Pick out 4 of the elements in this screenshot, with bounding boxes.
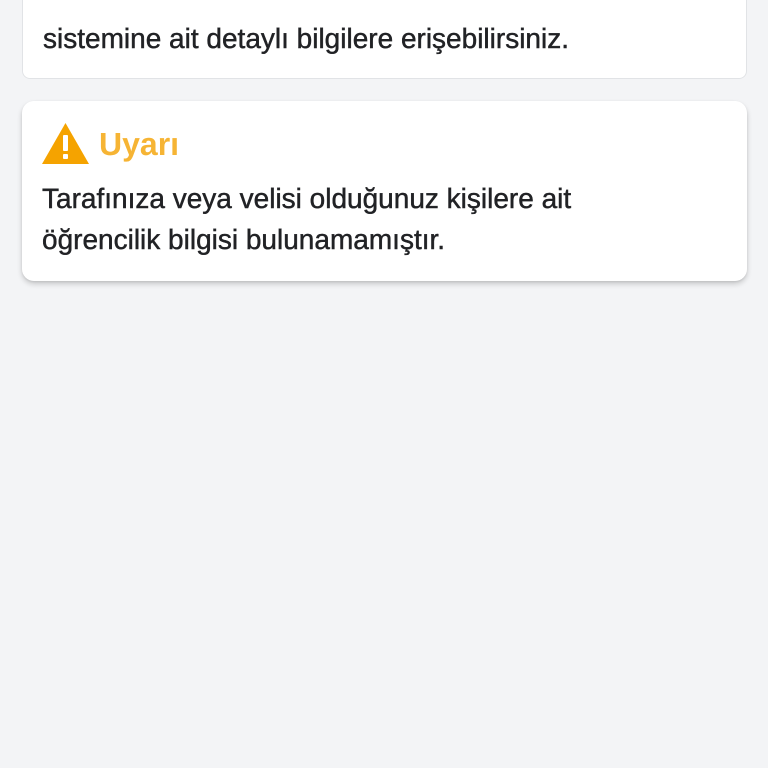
info-text: sistemine ait detaylı bilgilere erişebilirsiniz.: [43, 22, 570, 56]
warning-message: Tarafınıza veya velisi olduğunuz kişilere ait öğrencilik bilgisi bulunamamıştır.: [42, 182, 572, 257]
warning-icon: [42, 123, 89, 164]
warning-title: Uyarı: [99, 124, 180, 164]
